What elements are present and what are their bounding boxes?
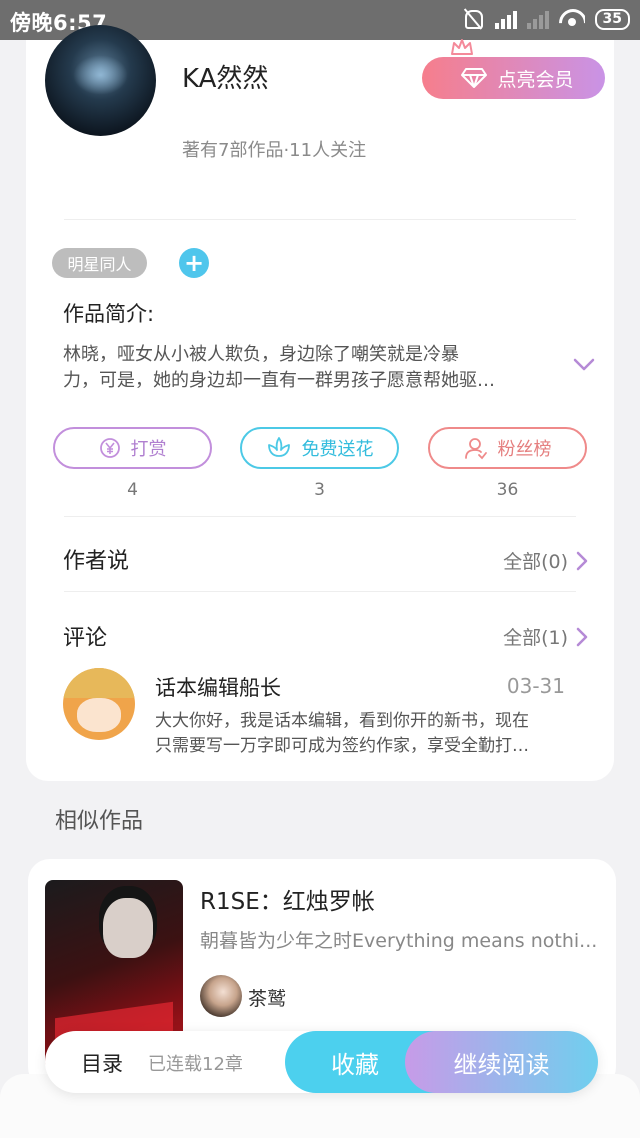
- tip-count: 4: [127, 480, 138, 500]
- book-description: 朝暮皆为少年之时Everything means nothi...: [200, 930, 598, 952]
- fans-label: 粉丝榜: [497, 439, 552, 460]
- wifi-icon: [559, 9, 585, 29]
- fans-rank-button[interactable]: 粉丝榜: [428, 427, 587, 469]
- alarm-off-icon: [461, 8, 485, 30]
- signal-2-icon: [526, 9, 549, 29]
- signal-icon: [494, 9, 517, 29]
- book-author-name: 茶鹫: [248, 988, 287, 1010]
- chevron-down-icon[interactable]: [573, 358, 595, 372]
- vip-button[interactable]: 点亮会员: [422, 57, 605, 99]
- comment-text[interactable]: 大大你好，我是话本编辑，看到你开的新书，现在 只需要写一万字即可成为签约作家，享…: [155, 709, 560, 759]
- author-name[interactable]: KA然然: [182, 58, 268, 95]
- chevron-right-icon: [576, 627, 588, 646]
- intro-heading: 作品简介:: [63, 302, 155, 326]
- crown-icon: [451, 39, 473, 55]
- divider: [64, 219, 576, 220]
- tag-chip[interactable]: 明星同人: [52, 248, 147, 278]
- serial-status: 已连载12章: [148, 1054, 243, 1075]
- flower-label: 免费送花: [301, 439, 374, 460]
- battery-icon: 35: [594, 8, 630, 30]
- tip-button[interactable]: 打赏: [53, 427, 212, 469]
- continue-reading-button[interactable]: 继续阅读: [405, 1031, 598, 1093]
- comments-all-link[interactable]: 全部(1): [503, 623, 588, 650]
- user-icon: [464, 438, 487, 460]
- add-tag-button[interactable]: +: [179, 248, 209, 278]
- book-author-avatar: [200, 975, 242, 1017]
- author-says-title: 作者说: [63, 549, 130, 574]
- tip-label: 打赏: [130, 439, 167, 460]
- free-flower-button[interactable]: 免费送花: [240, 427, 399, 469]
- intro-text[interactable]: 林晓，哑女从小被人欺负，身边除了嘲笑就是冷暴 力，可是，她的身边却一直有一群男孩…: [63, 342, 553, 394]
- divider: [64, 516, 576, 517]
- book-title[interactable]: R1SE：红烛罗帐: [200, 882, 375, 916]
- author-stats: 著有7部作品·11人关注: [182, 140, 367, 161]
- chevron-right-icon: [576, 551, 588, 570]
- commenter-name[interactable]: 话本编辑船长: [155, 672, 281, 702]
- vip-label: 点亮会员: [497, 68, 574, 91]
- toc-button[interactable]: 目录: [81, 1048, 123, 1078]
- comment-date: 03-31: [506, 674, 565, 698]
- diamond-icon: [461, 67, 488, 89]
- yen-coin-icon: [99, 438, 120, 458]
- status-icons: 35: [461, 8, 630, 30]
- author-says-all-link[interactable]: 全部(0): [503, 547, 588, 574]
- divider: [64, 591, 576, 592]
- similar-heading: 相似作品: [55, 809, 144, 834]
- author-avatar[interactable]: [45, 25, 156, 136]
- comments-all-label: 全部(1): [503, 627, 568, 649]
- commenter-avatar[interactable]: [63, 668, 135, 740]
- flower-icon: [267, 437, 290, 457]
- comments-title: 评论: [63, 626, 108, 651]
- flower-count: 3: [314, 480, 325, 500]
- author-says-all-label: 全部(0): [503, 551, 568, 573]
- fans-count: 36: [496, 480, 519, 500]
